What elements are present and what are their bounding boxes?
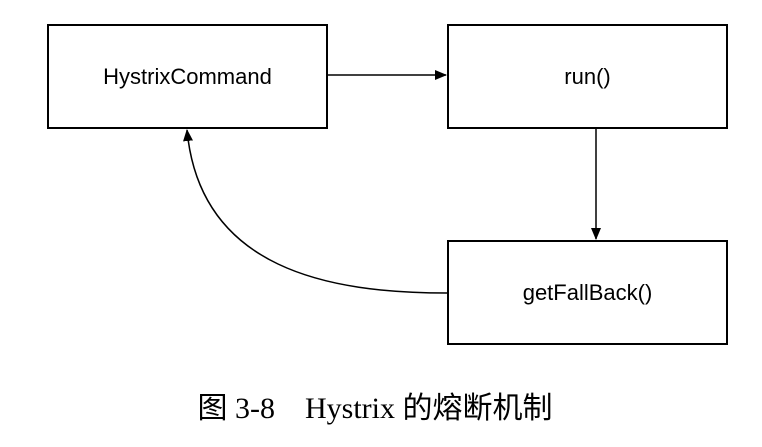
figure-caption: 图 3-8 Hystrix 的熔断机制	[198, 392, 553, 425]
hystrix-circuit-breaker-diagram: HystrixCommand run() getFallBack() 图 3-8…	[47, 24, 728, 425]
node-get-fallback: getFallBack()	[447, 240, 728, 345]
edge-fallback-to-command	[183, 129, 448, 294]
node-get-fallback-label: getFallBack()	[523, 280, 653, 305]
node-run: run()	[447, 24, 728, 129]
node-run-label: run()	[564, 64, 610, 89]
node-hystrix-command: HystrixCommand	[47, 24, 328, 129]
node-hystrix-command-label: HystrixCommand	[103, 64, 272, 89]
